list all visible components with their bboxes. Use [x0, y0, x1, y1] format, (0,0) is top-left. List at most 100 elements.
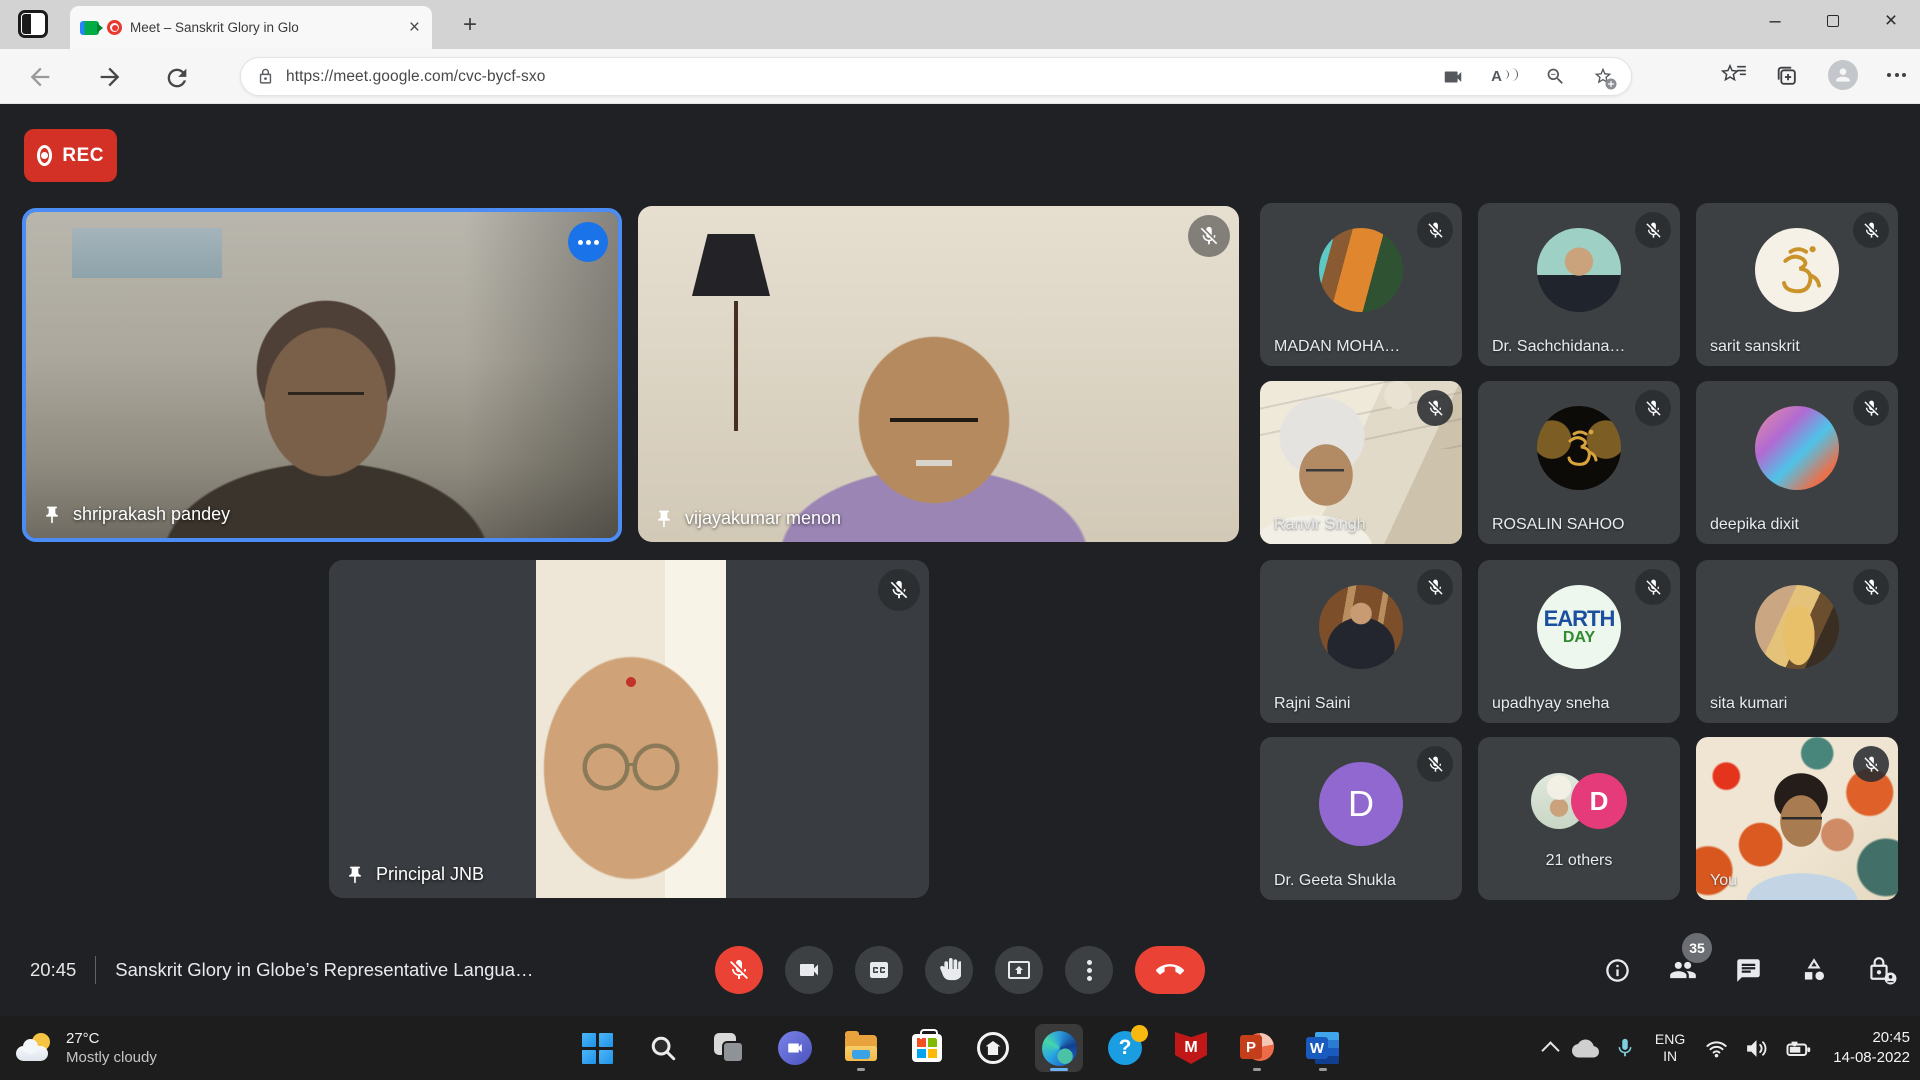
- participant-tile-rajni-saini[interactable]: Rajni Saini: [1260, 560, 1462, 723]
- more-options-button[interactable]: [1065, 946, 1113, 994]
- mcafee-button[interactable]: M: [1167, 1024, 1215, 1072]
- maximize-icon: [1827, 15, 1839, 27]
- participant-name: upadhyay sneha: [1492, 695, 1609, 713]
- browser-tab-meet[interactable]: Meet – Sanskrit Glory in Glo ×: [70, 6, 432, 49]
- participant-tile-21-others[interactable]: D 21 others: [1478, 737, 1680, 900]
- tab-actions-menu-icon[interactable]: [18, 10, 48, 38]
- participant-tile-ranvir-singh[interactable]: Ranvir Singh: [1260, 381, 1462, 544]
- avatar: [1755, 228, 1839, 312]
- word-icon: W: [1306, 1032, 1340, 1064]
- weather-icon: [16, 1032, 54, 1064]
- participants-count-badge: 35: [1682, 933, 1712, 963]
- record-icon: [37, 145, 52, 166]
- participant-tile-sita-kumari[interactable]: sita kumari: [1696, 560, 1898, 723]
- tab-recording-indicator-icon: [107, 20, 122, 35]
- task-view-button[interactable]: [705, 1024, 753, 1072]
- chat-panel-icon[interactable]: [1735, 957, 1762, 984]
- video-feed: [329, 560, 929, 898]
- present-screen-button[interactable]: [995, 946, 1043, 994]
- participant-name: Dr. Geeta Shukla: [1274, 872, 1396, 890]
- window-maximize-button[interactable]: [1804, 0, 1862, 42]
- browser-profile-avatar[interactable]: [1828, 60, 1858, 90]
- home-app-button[interactable]: [969, 1024, 1017, 1072]
- show-hidden-icons-chevron[interactable]: [1541, 1041, 1559, 1059]
- language-indicator[interactable]: ENG IN: [1655, 1031, 1685, 1065]
- taskbar-center-icons: ? M P W: [573, 1016, 1347, 1080]
- captions-button[interactable]: [855, 946, 903, 994]
- avatar: D: [1319, 762, 1403, 846]
- collections-icon[interactable]: [1774, 63, 1799, 88]
- zoom-out-icon[interactable]: [1545, 66, 1566, 87]
- participant-tile-sarit-sanskrit[interactable]: sarit sanskrit: [1696, 203, 1898, 366]
- video-tile-shriprakash-pandey[interactable]: shriprakash pandey: [22, 208, 622, 542]
- participant-name: sarit sanskrit: [1710, 338, 1800, 356]
- settings-more-icon[interactable]: [1887, 73, 1906, 77]
- window-close-button[interactable]: ×: [1862, 0, 1920, 42]
- participant-name: ROSALIN SAHOO: [1492, 516, 1624, 534]
- tab-close-icon[interactable]: ×: [407, 18, 422, 37]
- wifi-icon[interactable]: [1704, 1036, 1729, 1061]
- om-icon: [1559, 428, 1599, 468]
- forward-button[interactable]: [96, 63, 124, 91]
- file-explorer-button[interactable]: [837, 1024, 885, 1072]
- raise-hand-button[interactable]: [925, 946, 973, 994]
- browser-toolbar: https://meet.google.com/cvc-bycf-sxo A: [0, 49, 1920, 104]
- participant-tile-deepika-dixit[interactable]: deepika dixit: [1696, 381, 1898, 544]
- mcafee-shield-icon: M: [1175, 1032, 1207, 1064]
- participant-tile-madan[interactable]: MADAN MOHA…: [1260, 203, 1462, 366]
- weather-temp: 27°C: [66, 1029, 157, 1048]
- leave-call-button[interactable]: [1135, 946, 1205, 994]
- volume-icon[interactable]: [1744, 1036, 1769, 1061]
- video-tile-vijayakumar-menon[interactable]: vijayakumar menon: [638, 206, 1239, 542]
- host-controls-button[interactable]: [1866, 956, 1894, 984]
- tab-title: Meet – Sanskrit Glory in Glo: [130, 20, 399, 35]
- participant-tile-geeta-shukla[interactable]: D Dr. Geeta Shukla: [1260, 737, 1462, 900]
- powerpoint-button[interactable]: P: [1233, 1024, 1281, 1072]
- microsoft-store-button[interactable]: [903, 1024, 951, 1072]
- window-minimize-button[interactable]: –: [1746, 0, 1804, 42]
- mic-muted-icon: [1635, 569, 1671, 605]
- mic-muted-icon: [1635, 212, 1671, 248]
- weather-widget[interactable]: 27°C Mostly cloudy: [16, 1016, 157, 1080]
- stacked-avatars: D: [1531, 773, 1627, 829]
- participant-tile-upadhyay-sneha[interactable]: EARTH DAY upadhyay sneha: [1478, 560, 1680, 723]
- help-icon: ?: [1108, 1031, 1142, 1065]
- avatar: EARTH DAY: [1537, 585, 1621, 669]
- mic-in-use-icon[interactable]: [1614, 1037, 1636, 1059]
- address-bar[interactable]: https://meet.google.com/cvc-bycf-sxo A: [240, 57, 1632, 96]
- add-favorite-icon[interactable]: [1593, 66, 1615, 88]
- search-button[interactable]: [639, 1024, 687, 1072]
- tray-time: 20:45: [1872, 1028, 1910, 1048]
- meeting-clock: 20:45: [30, 959, 76, 981]
- refresh-button[interactable]: [163, 64, 191, 92]
- mic-muted-icon: [878, 569, 920, 611]
- word-button[interactable]: W: [1299, 1024, 1347, 1072]
- camera-toggle-button[interactable]: [785, 946, 833, 994]
- avatar: [1319, 228, 1403, 312]
- camera-in-use-icon[interactable]: [1442, 66, 1464, 88]
- battery-charging-icon[interactable]: [1784, 1034, 1812, 1062]
- pin-icon: [654, 509, 674, 529]
- participant-tile-you[interactable]: You: [1696, 737, 1898, 900]
- get-help-button[interactable]: ?: [1101, 1024, 1149, 1072]
- teams-chat-button[interactable]: [771, 1024, 819, 1072]
- read-aloud-icon[interactable]: A: [1491, 69, 1518, 85]
- onedrive-cloud-icon[interactable]: [1572, 1035, 1599, 1062]
- back-button[interactable]: [26, 63, 54, 91]
- activities-icon[interactable]: [1800, 956, 1828, 984]
- favorites-icon[interactable]: [1719, 62, 1745, 88]
- participant-tile-sachchidana[interactable]: Dr. Sachchidana…: [1478, 203, 1680, 366]
- site-security-lock-icon[interactable]: [257, 68, 274, 85]
- meeting-details-icon[interactable]: [1604, 957, 1631, 984]
- clock-widget[interactable]: 20:45 14-08-2022: [1833, 1028, 1910, 1068]
- tile-options-menu-button[interactable]: [568, 222, 608, 262]
- pin-icon: [345, 865, 365, 885]
- show-participants-button[interactable]: 35: [1669, 956, 1697, 984]
- mic-toggle-button-muted[interactable]: [715, 946, 763, 994]
- start-button[interactable]: [573, 1024, 621, 1072]
- google-meet-favicon-icon: [80, 21, 99, 35]
- video-tile-principal-jnb[interactable]: Principal JNB: [329, 560, 929, 898]
- edge-browser-button[interactable]: [1035, 1024, 1083, 1072]
- participant-tile-rosalin-sahoo[interactable]: ROSALIN SAHOO: [1478, 381, 1680, 544]
- new-tab-button[interactable]: +: [452, 8, 488, 42]
